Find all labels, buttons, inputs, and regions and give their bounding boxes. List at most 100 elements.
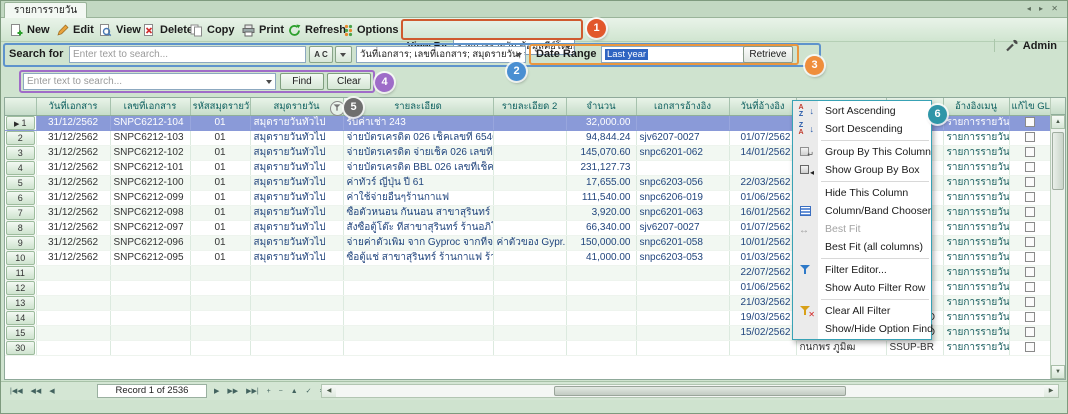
row-number-cell[interactable]: ▶10 xyxy=(5,250,36,265)
cell-journal[interactable] xyxy=(250,325,343,340)
cell-doc-date[interactable]: 31/12/2562 xyxy=(36,205,110,220)
cell-description2[interactable] xyxy=(493,325,566,340)
cell-description[interactable] xyxy=(343,325,493,340)
row-number-cell[interactable]: ▶11 xyxy=(5,265,36,280)
vertical-scroll-thumb[interactable] xyxy=(1052,132,1064,190)
row-number-cell[interactable]: ▶5 xyxy=(5,175,36,190)
menu-item-group-by-this-column[interactable]: ↵ Group By This Column xyxy=(793,143,931,161)
cell-journal[interactable]: สมุดรายวันทั่วไป xyxy=(250,205,343,220)
cell-amount[interactable] xyxy=(566,310,636,325)
row-number-cell[interactable]: ▶9 xyxy=(5,235,36,250)
cell-ref-doc[interactable] xyxy=(636,310,729,325)
cell-edit-gl[interactable] xyxy=(1009,310,1051,325)
col-header-doc-date[interactable]: วันที่เอกสาร xyxy=(36,98,110,115)
cell-amount[interactable] xyxy=(566,265,636,280)
cell-journal[interactable] xyxy=(250,340,343,355)
cell-journal-code[interactable]: 01 xyxy=(190,115,250,130)
cell-description2[interactable] xyxy=(493,145,566,160)
cell-ref-doc[interactable] xyxy=(636,280,729,295)
cell-amount[interactable] xyxy=(566,325,636,340)
cell-ref-menu[interactable]: รายการรายวัน xyxy=(943,115,1009,130)
cell-ref-date[interactable]: 01/06/2562 xyxy=(729,190,796,205)
cell-ref-date[interactable]: 15/02/2562 xyxy=(729,325,796,340)
col-header-journal-code[interactable]: รหัสสมุดรายวัน xyxy=(190,98,250,115)
menu-item-sort-ascending[interactable]: AZ↓ Sort Ascending xyxy=(793,102,931,120)
col-header-description[interactable]: รายละเอียด xyxy=(343,98,493,115)
cell-ref-menu[interactable]: รายการรายวัน xyxy=(943,205,1009,220)
cell-doc-date[interactable]: 31/12/2562 xyxy=(36,130,110,145)
row-number-cell[interactable]: ▶15 xyxy=(5,325,36,340)
cell-ref-date[interactable]: 21/03/2562 xyxy=(729,295,796,310)
cell-doc-date[interactable]: 31/12/2562 xyxy=(36,220,110,235)
cell-ref-doc[interactable] xyxy=(636,295,729,310)
cell-amount[interactable]: 94,844.24 xyxy=(566,130,636,145)
cell-doc-date[interactable]: 31/12/2562 xyxy=(36,175,110,190)
cell-doc-no[interactable]: SNPC6212-098 xyxy=(110,205,190,220)
cell-journal[interactable] xyxy=(250,265,343,280)
row-number-cell[interactable]: ▶2 xyxy=(5,130,36,145)
cell-ref-menu[interactable]: รายการรายวัน xyxy=(943,265,1009,280)
cell-ref-doc[interactable]: snpc6203-056 xyxy=(636,175,729,190)
cell-doc-no[interactable]: SNPC6212-095 xyxy=(110,250,190,265)
row-number-cell[interactable]: ▶6 xyxy=(5,190,36,205)
cell-ref-doc[interactable]: sjv6207-0027 xyxy=(636,130,729,145)
cell-doc-date[interactable]: 31/12/2562 xyxy=(36,190,110,205)
cell-description[interactable]: จ่ายค่าตัวเพิ่ม จาก Gyproc จากที่จากมาเพ… xyxy=(343,235,493,250)
cell-description[interactable] xyxy=(343,310,493,325)
cell-ref-date[interactable]: 01/06/2562 xyxy=(729,280,796,295)
cell-amount[interactable]: 145,070.60 xyxy=(566,145,636,160)
edit-gl-checkbox[interactable] xyxy=(1025,177,1035,187)
row-number-cell[interactable]: ▶1 xyxy=(5,115,36,130)
cell-description[interactable] xyxy=(343,295,493,310)
cell-ref-date[interactable] xyxy=(729,340,796,355)
cell-description2[interactable]: ค่าตัวของ Gypr... xyxy=(493,235,566,250)
cell-ref-doc[interactable] xyxy=(636,325,729,340)
cell-journal-code[interactable]: 01 xyxy=(190,190,250,205)
cell-ref-menu[interactable]: รายการรายวัน xyxy=(943,145,1009,160)
cell-amount[interactable]: 3,920.00 xyxy=(566,205,636,220)
cell-ref-menu[interactable]: รายการรายวัน xyxy=(943,130,1009,145)
cell-description2[interactable] xyxy=(493,340,566,355)
col-header-doc-no[interactable]: เลขที่เอกสาร xyxy=(110,98,190,115)
cell-ref-doc[interactable] xyxy=(636,340,729,355)
edit-button[interactable]: Edit xyxy=(53,21,97,39)
cell-ref-date[interactable]: 22/03/2562 xyxy=(729,175,796,190)
cell-doc-date[interactable]: 31/12/2562 xyxy=(36,160,110,175)
cell-description[interactable] xyxy=(343,340,493,355)
nav-delete-button[interactable]: − xyxy=(276,386,286,397)
cell-doc-no[interactable]: SNPC6212-101 xyxy=(110,160,190,175)
cell-doc-date[interactable] xyxy=(36,295,110,310)
edit-gl-checkbox[interactable] xyxy=(1025,132,1035,142)
cell-edit-gl[interactable] xyxy=(1009,340,1051,355)
cell-description[interactable]: จ่ายบัตรเครดิต BBL 026 เลขที่เช็ค 654656… xyxy=(343,160,493,175)
print-button[interactable]: Print xyxy=(239,21,287,39)
nav-prev-page-button[interactable]: ◀◀ xyxy=(28,385,45,397)
cell-journal-code[interactable] xyxy=(190,265,250,280)
cell-amount[interactable]: 41,000.00 xyxy=(566,250,636,265)
cell-description[interactable] xyxy=(343,265,493,280)
cell-description2[interactable] xyxy=(493,265,566,280)
cell-journal-code[interactable] xyxy=(190,325,250,340)
cell-journal[interactable]: สมุดรายวันทั่วไป xyxy=(250,220,343,235)
options-button[interactable]: Options xyxy=(341,21,402,39)
cell-ref-doc[interactable] xyxy=(636,265,729,280)
menu-item-show-group-by-box[interactable]: ◂ Show Group By Box xyxy=(793,161,931,179)
cell-doc-no[interactable] xyxy=(110,265,190,280)
cell-description[interactable]: ค่าใช้จ่ายอื่นๆร้านกาแฟ xyxy=(343,190,493,205)
cell-doc-no[interactable]: SNPC6212-097 xyxy=(110,220,190,235)
cell-journal-code[interactable]: 01 xyxy=(190,130,250,145)
cell-journal-code[interactable] xyxy=(190,340,250,355)
cell-ref-menu[interactable]: รายการรายวัน xyxy=(943,280,1009,295)
menu-item-best-fit-all-columns[interactable]: Best Fit (all columns) xyxy=(793,238,931,256)
cell-journal-code[interactable] xyxy=(190,310,250,325)
cell-doc-date[interactable] xyxy=(36,280,110,295)
nav-last-button[interactable]: ▶▶| xyxy=(243,385,262,397)
cell-ref-menu[interactable]: รายการรายวัน xyxy=(943,295,1009,310)
cell-amount[interactable]: 111,540.00 xyxy=(566,190,636,205)
cell-description2[interactable] xyxy=(493,295,566,310)
cell-ref-date[interactable]: 16/01/2562 xyxy=(729,205,796,220)
edit-gl-checkbox[interactable] xyxy=(1025,327,1035,337)
cell-ref-menu[interactable]: รายการรายวัน xyxy=(943,250,1009,265)
cell-description[interactable]: จ่ายบัตรเครดิต 026 เช็คเลขที่ 65465619,6… xyxy=(343,130,493,145)
cell-edit-gl[interactable] xyxy=(1009,220,1051,235)
